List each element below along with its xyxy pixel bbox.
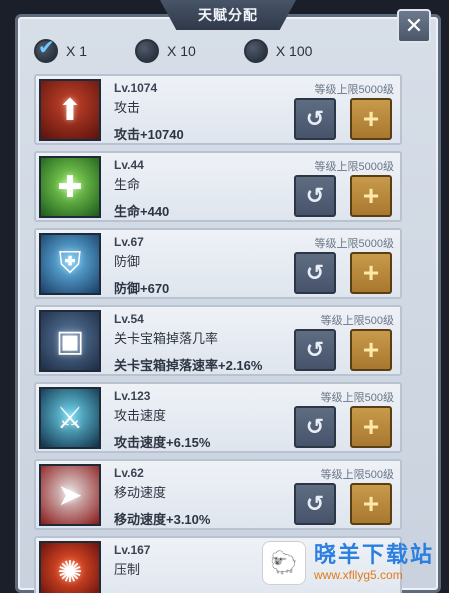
- plus-icon: +: [362, 334, 380, 365]
- multiplier-bar: ✔ X 1 X 10 X 100: [34, 34, 404, 68]
- talent-level: Lv.167: [114, 543, 151, 557]
- talent-name: 生命: [114, 177, 141, 192]
- add-button[interactable]: +: [350, 175, 392, 217]
- panel-title: 天赋分配: [160, 0, 296, 30]
- talent-name: 防御: [114, 254, 141, 269]
- suppress-icon: ✺: [39, 541, 101, 593]
- talent-level: Lv.44: [114, 158, 144, 172]
- talent-limit: 等级上限500级: [320, 315, 394, 327]
- add-button[interactable]: +: [350, 483, 392, 525]
- plus-icon: +: [362, 103, 380, 134]
- talent-level: Lv.123: [114, 389, 151, 403]
- reset-icon: ↺: [305, 183, 325, 208]
- reset-button[interactable]: ↺: [294, 175, 336, 217]
- talent-row-life: ✚ Lv.44 生命 生命+440 等级上限5000级 ↺ +: [34, 151, 402, 222]
- radio[interactable]: [135, 39, 160, 63]
- talent-limit: 等级上限5000级: [314, 84, 394, 96]
- add-button[interactable]: +: [350, 252, 392, 294]
- check-icon: ✔: [38, 37, 55, 59]
- watermark: 🐑 晓羊下载站 www.xfllyg5.com: [262, 538, 434, 588]
- treasure-chest-icon: ▣: [39, 310, 101, 372]
- multiplier-label: X 100: [275, 43, 313, 59]
- talent-name: 压制: [114, 562, 141, 577]
- add-button[interactable]: +: [350, 406, 392, 448]
- talent-row-attack-speed: ⚔ Lv.123 攻击速度 攻击速度+6.15% 等级上限500级 ↺ +: [34, 382, 402, 453]
- talent-limit: 等级上限500级: [320, 469, 394, 481]
- add-button[interactable]: +: [350, 329, 392, 371]
- shield-icon: ⛨: [39, 233, 101, 295]
- talent-level: Lv.54: [114, 312, 144, 326]
- talent-limit: 等级上限5000级: [314, 161, 394, 173]
- reset-button[interactable]: ↺: [294, 406, 336, 448]
- move-speed-icon: ➤: [39, 464, 101, 526]
- talent-bonus: 攻击速度+6.15%: [114, 435, 211, 450]
- multiplier-x10[interactable]: X 10: [135, 39, 196, 63]
- talent-bonus: 关卡宝箱掉落速率+2.16%: [114, 358, 263, 373]
- radio-selected[interactable]: ✔: [34, 37, 58, 63]
- talent-list: ⬆ Lv.1074 攻击 攻击+10740 等级上限5000级 ↺ + ✚ Lv…: [34, 74, 402, 593]
- talent-name: 关卡宝箱掉落几率: [114, 331, 219, 346]
- reset-button[interactable]: ↺: [294, 483, 336, 525]
- talent-row-attack: ⬆ Lv.1074 攻击 攻击+10740 等级上限5000级 ↺ +: [34, 74, 402, 145]
- reset-icon: ↺: [305, 106, 325, 131]
- watermark-name: 晓羊下载站: [314, 542, 435, 567]
- talent-bonus: 防御+670: [114, 281, 170, 296]
- talent-limit: 等级上限5000级: [314, 238, 394, 250]
- talent-bonus: 移动速度+3.10%: [114, 512, 211, 527]
- reset-button[interactable]: ↺: [294, 252, 336, 294]
- talent-limit: 等级上限500级: [320, 392, 394, 404]
- life-icon: ✚: [39, 156, 101, 218]
- multiplier-x1[interactable]: ✔ X 1: [34, 37, 88, 63]
- talent-name: 移动速度: [114, 485, 167, 500]
- talent-bonus: 生命+440: [114, 204, 170, 219]
- radio[interactable]: [243, 39, 268, 63]
- talent-row-defense: ⛨ Lv.67 防御 防御+670 等级上限5000级 ↺ +: [34, 228, 402, 299]
- reset-button[interactable]: ↺: [294, 329, 336, 371]
- talent-row-move-speed: ➤ Lv.62 移动速度 移动速度+3.10% 等级上限500级 ↺ +: [34, 459, 402, 530]
- talent-level: Lv.67: [114, 235, 144, 249]
- plus-icon: +: [362, 488, 380, 519]
- reset-icon: ↺: [305, 260, 325, 285]
- attack-speed-icon: ⚔: [39, 387, 101, 449]
- talent-level: Lv.1074: [114, 81, 158, 95]
- add-button[interactable]: +: [350, 98, 392, 140]
- plus-icon: +: [362, 411, 380, 442]
- talent-bonus: 攻击+10740: [114, 127, 184, 142]
- multiplier-label: X 10: [167, 43, 196, 59]
- talent-name: 攻击: [114, 100, 141, 115]
- plus-icon: +: [362, 180, 380, 211]
- reset-icon: ↺: [305, 337, 325, 362]
- talent-name: 攻击速度: [114, 408, 167, 423]
- reset-icon: ↺: [305, 414, 325, 439]
- multiplier-x100[interactable]: X 100: [243, 39, 313, 63]
- multiplier-label: X 1: [66, 43, 88, 59]
- plus-icon: +: [362, 257, 380, 288]
- reset-button[interactable]: ↺: [294, 98, 336, 140]
- talent-level: Lv.62: [114, 466, 144, 480]
- close-icon: ✕: [404, 13, 424, 38]
- sheep-logo-icon: 🐑: [262, 541, 306, 585]
- talent-row-chest: ▣ Lv.54 关卡宝箱掉落几率 关卡宝箱掉落速率+2.16% 等级上限500级…: [34, 305, 402, 376]
- reset-icon: ↺: [305, 491, 325, 516]
- watermark-url: www.xfllyg5.com: [314, 568, 403, 582]
- attack-icon: ⬆: [39, 79, 101, 141]
